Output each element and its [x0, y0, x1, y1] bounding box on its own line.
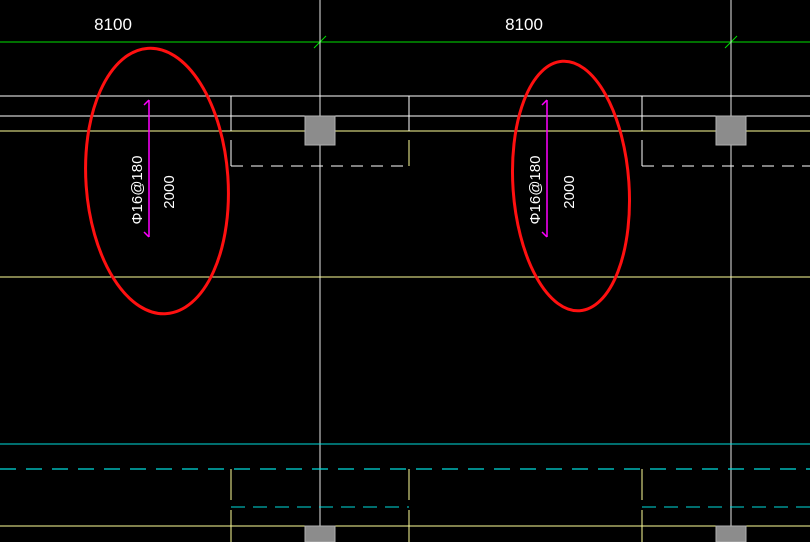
column-right-bottom[interactable] [715, 525, 747, 542]
dimension-label-right: 8100 [505, 15, 543, 34]
rebar-annotation-left[interactable]: Φ16@180 2000 [129, 99, 178, 238]
rebar-spec-right: Φ16@180 [527, 156, 544, 225]
rebar-annotation-right[interactable]: Φ16@180 2000 [527, 99, 578, 238]
dimension-label-left: 8100 [94, 15, 132, 34]
rebar-length-left: 2000 [161, 175, 178, 208]
column-left-bottom[interactable] [304, 525, 336, 542]
column-left-top[interactable] [304, 115, 336, 146]
column-right-top[interactable] [715, 115, 747, 146]
cad-drawing-canvas[interactable]: 8100 8100 Φ16@180 2000 Φ16@180 2000 [0, 0, 810, 542]
rebar-length-right: 2000 [561, 175, 578, 208]
cad-drawing-viewport[interactable]: 8100 8100 Φ16@180 2000 Φ16@180 2000 [0, 0, 810, 542]
rebar-spec-left: Φ16@180 [129, 156, 146, 225]
